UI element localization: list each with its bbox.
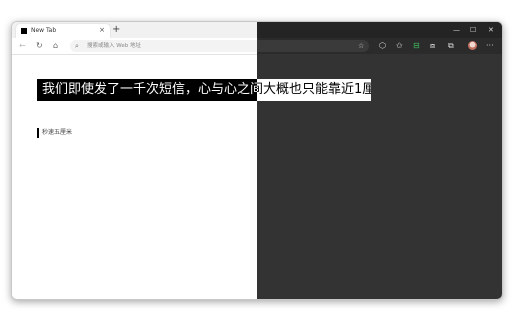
extensions-icon[interactable]: ⬡ bbox=[379, 41, 386, 51]
toolbar-dark: ☆ ⬡ ✩ ⊟ ⧈ ⧉ ··· bbox=[257, 38, 502, 54]
profile-avatar[interactable] bbox=[468, 41, 477, 50]
screenshot-icon[interactable]: ⧈ bbox=[430, 41, 435, 51]
tab-title: New Tab bbox=[31, 27, 57, 34]
wallet-icon[interactable]: ⊟ bbox=[413, 41, 420, 51]
tab-new-tab[interactable]: New Tab × bbox=[16, 24, 110, 38]
home-icon[interactable]: ⌂ bbox=[53, 41, 58, 51]
tab-close-icon[interactable]: × bbox=[99, 25, 105, 35]
favorites-bar-icon[interactable]: ✩ bbox=[396, 41, 403, 51]
navigation-toolbar: ← ↻ ⌂ ⌕ 搜索或输入 Web 地址 bbox=[12, 38, 257, 55]
tab-favicon-icon bbox=[21, 28, 27, 34]
back-icon[interactable]: ← bbox=[19, 41, 26, 51]
light-half: New Tab × + ← ↻ ⌂ ⌕ 搜索或输入 Web 地址 bbox=[12, 22, 257, 299]
title-bar-dark: — ☐ ✕ bbox=[257, 22, 502, 38]
tab-bar: New Tab × + bbox=[12, 22, 257, 38]
favorite-star-icon[interactable]: ☆ bbox=[358, 41, 364, 51]
address-bar[interactable]: ⌕ 搜索或输入 Web 地址 bbox=[70, 40, 257, 52]
dark-half: — ☐ ✕ ☆ ⬡ ✩ ⊟ ⧈ ⧉ ··· bbox=[257, 22, 502, 299]
collections-icon[interactable]: ⧉ bbox=[448, 41, 454, 51]
close-icon[interactable]: ✕ bbox=[488, 25, 494, 35]
new-tab-button[interactable]: + bbox=[112, 25, 120, 35]
quote-headline: 我们即使发了一千次短信，心与心之间大概也只能靠近1厘米。 我们即使发了一千次短信… bbox=[37, 79, 371, 101]
address-placeholder: 搜索或输入 Web 地址 bbox=[87, 43, 141, 49]
minimize-icon[interactable]: — bbox=[453, 25, 460, 35]
maximize-icon[interactable]: ☐ bbox=[470, 25, 476, 35]
refresh-icon[interactable]: ↻ bbox=[36, 41, 43, 51]
address-bar-dark-part[interactable]: ☆ bbox=[257, 40, 369, 52]
quote-source: 秒速五厘米 bbox=[37, 128, 72, 138]
search-icon: ⌕ bbox=[75, 42, 79, 50]
browser-window: New Tab × + ← ↻ ⌂ ⌕ 搜索或输入 Web 地址 — ☐ ✕ ☆… bbox=[11, 21, 503, 300]
more-menu-icon[interactable]: ··· bbox=[486, 41, 494, 51]
